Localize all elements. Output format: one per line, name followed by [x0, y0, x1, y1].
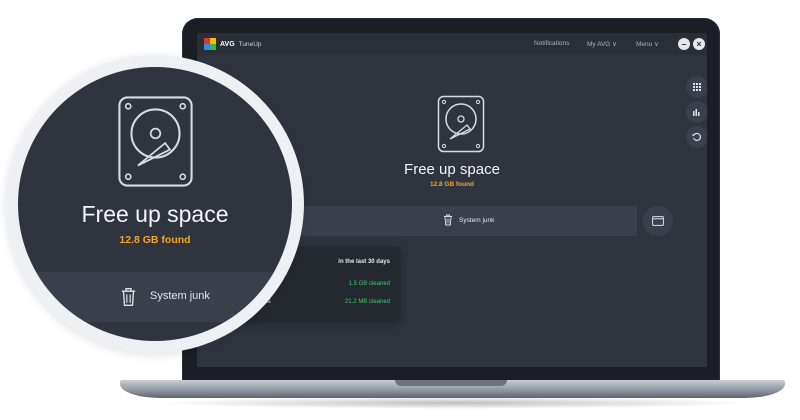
magnifier-lens: Free up space 12.8 GB found System junk — [18, 67, 292, 341]
system-junk-label: System junk — [459, 217, 495, 224]
trash-icon — [121, 288, 136, 306]
magnified-title: Free up space — [81, 201, 229, 227]
my-avg-menu[interactable]: My AVG ∨ — [587, 40, 617, 48]
details-button[interactable] — [643, 206, 673, 236]
product-name: TuneUp — [238, 40, 262, 48]
app-logo: AVG TuneUp — [204, 38, 262, 50]
window-icon — [652, 216, 664, 226]
notifications-link[interactable]: Notifications — [534, 40, 569, 47]
magnified-system-junk-row: System junk — [18, 272, 292, 322]
popup-value: 21.2 MB cleaned — [344, 299, 390, 305]
trash-icon — [444, 214, 452, 226]
title-bar: AVG TuneUp Notifications My AVG ∨ Menu ∨… — [197, 33, 707, 55]
chart-icon[interactable] — [686, 101, 707, 123]
laptop-shadow — [150, 397, 760, 409]
popup-header: in the last 30 days — [338, 259, 390, 265]
hard-drive-icon — [118, 96, 193, 187]
laptop-base-notch — [395, 380, 507, 386]
avg-logo-icon — [204, 38, 216, 50]
popup-value: 1.5 GB cleaned — [348, 281, 390, 287]
menu-dropdown[interactable]: Menu ∨ — [636, 40, 659, 48]
brand-name: AVG — [220, 40, 235, 48]
undo-icon[interactable] — [686, 126, 707, 148]
close-button[interactable]: × — [693, 38, 705, 50]
minimize-button[interactable]: – — [678, 38, 690, 50]
hard-drive-icon — [437, 95, 485, 153]
system-junk-row[interactable]: System junk — [297, 206, 637, 236]
magnified-system-junk-label: System junk — [150, 290, 210, 302]
magnified-space-found: 12.8 GB found — [119, 234, 191, 246]
grid-icon[interactable] — [686, 76, 707, 98]
